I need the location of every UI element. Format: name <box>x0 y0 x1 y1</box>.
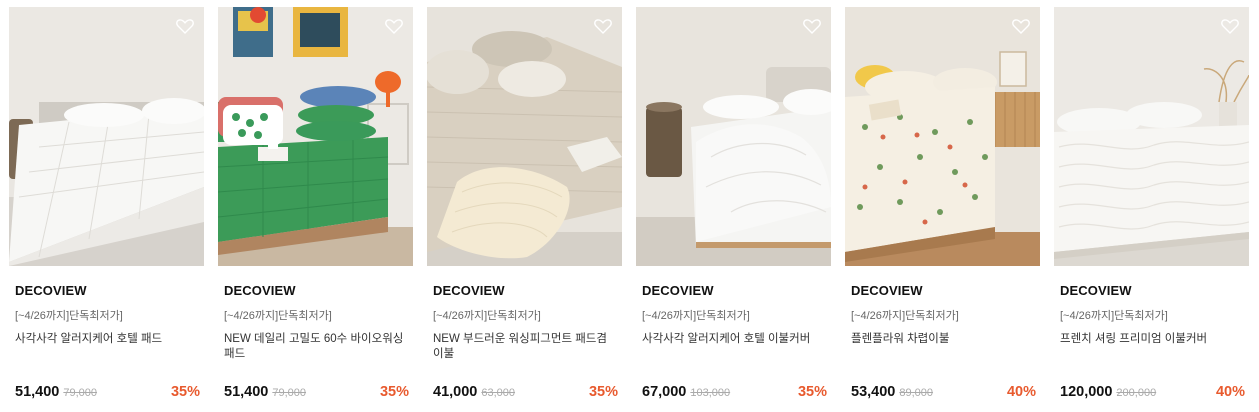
price-row: 41,000 63,000 35% <box>433 384 618 404</box>
product-image[interactable] <box>1054 7 1249 266</box>
sale-price: 51,400 79,000 <box>15 384 97 400</box>
promo-tag: [~4/26까지]단독최저가] <box>642 310 750 322</box>
sale-price-value: 41,000 <box>433 384 478 400</box>
original-price: 103,000 <box>690 387 731 399</box>
promo-tag: [~4/26까지]단독최저가] <box>851 310 959 322</box>
sale-price-value: 51,400 <box>224 384 269 400</box>
product-card[interactable]: DECOVIEW [~4/26까지]단독최저가] NEW 부드러운 워싱피그먼트… <box>427 7 622 407</box>
product-card[interactable]: DECOVIEW [~4/26까지]단독최저가] 사각사각 알러지케어 호텔 이… <box>636 7 831 407</box>
brand-name: DECOVIEW <box>224 283 296 298</box>
product-image[interactable] <box>845 7 1040 266</box>
wishlist-heart-icon[interactable] <box>802 16 822 36</box>
price-row: 51,400 79,000 35% <box>15 384 200 404</box>
discount-rate: 35% <box>379 384 409 400</box>
price-row: 53,400 89,000 40% <box>851 384 1036 404</box>
original-price: 89,000 <box>899 387 934 399</box>
discount-rate: 40% <box>1215 384 1245 400</box>
sale-price: 41,000 63,000 <box>433 384 515 400</box>
product-card[interactable]: DECOVIEW [~4/26까지]단독최저가] 플렌플라워 차렵이불 53,4… <box>845 7 1040 407</box>
product-image[interactable] <box>427 7 622 266</box>
product-image[interactable] <box>218 7 413 266</box>
original-price: 63,000 <box>481 387 516 399</box>
sale-price: 51,400 79,000 <box>224 384 306 400</box>
original-price: 79,000 <box>63 387 98 399</box>
original-price: 200,000 <box>1116 387 1157 399</box>
original-price: 79,000 <box>272 387 307 399</box>
discount-rate: 35% <box>588 384 618 400</box>
discount-rate: 35% <box>170 384 200 400</box>
promo-tag: [~4/26까지]단독최저가] <box>15 310 123 322</box>
wishlist-heart-icon[interactable] <box>384 16 404 36</box>
price-row: 67,000 103,000 35% <box>642 384 827 404</box>
product-name[interactable]: NEW 부드러운 워싱피그먼트 패드겸 이불 <box>433 332 617 362</box>
brand-name: DECOVIEW <box>433 283 505 298</box>
sale-price: 120,000 200,000 <box>1060 384 1156 400</box>
wishlist-heart-icon[interactable] <box>1011 16 1031 36</box>
promo-tag: [~4/26까지]단독최저가] <box>1060 310 1168 322</box>
product-name[interactable]: 사각사각 알러지케어 호텔 패드 <box>15 332 199 347</box>
product-name[interactable]: 프렌치 셔링 프리미엄 이불커버 <box>1060 332 1244 347</box>
product-image[interactable] <box>9 7 204 266</box>
product-name[interactable]: 사각사각 알러지케어 호텔 이불커버 <box>642 332 826 347</box>
wishlist-heart-icon[interactable] <box>593 16 613 36</box>
sale-price-value: 53,400 <box>851 384 896 400</box>
wishlist-heart-icon[interactable] <box>1220 16 1240 36</box>
product-name[interactable]: NEW 데일리 고밀도 60수 바이오워싱 패드 <box>224 332 408 362</box>
product-card[interactable]: DECOVIEW [~4/26까지]단독최저가] 프렌치 셔링 프리미엄 이불커… <box>1054 7 1249 407</box>
brand-name: DECOVIEW <box>15 283 87 298</box>
product-card[interactable]: DECOVIEW [~4/26까지]단독최저가] NEW 데일리 고밀도 60수… <box>218 7 413 407</box>
sale-price: 53,400 89,000 <box>851 384 933 400</box>
brand-name: DECOVIEW <box>642 283 714 298</box>
product-grid: DECOVIEW [~4/26까지]단독최저가] 사각사각 알러지케어 호텔 패… <box>9 7 1249 407</box>
product-name[interactable]: 플렌플라워 차렵이불 <box>851 332 1035 347</box>
brand-name: DECOVIEW <box>1060 283 1132 298</box>
promo-tag: [~4/26까지]단독최저가] <box>433 310 541 322</box>
product-image[interactable] <box>636 7 831 266</box>
product-card[interactable]: DECOVIEW [~4/26까지]단독최저가] 사각사각 알러지케어 호텔 패… <box>9 7 204 407</box>
sale-price: 67,000 103,000 <box>642 384 730 400</box>
brand-name: DECOVIEW <box>851 283 923 298</box>
discount-rate: 35% <box>797 384 827 400</box>
price-row: 51,400 79,000 35% <box>224 384 409 404</box>
discount-rate: 40% <box>1006 384 1036 400</box>
promo-tag: [~4/26까지]단독최저가] <box>224 310 332 322</box>
price-row: 120,000 200,000 40% <box>1060 384 1245 404</box>
sale-price-value: 67,000 <box>642 384 687 400</box>
wishlist-heart-icon[interactable] <box>175 16 195 36</box>
sale-price-value: 51,400 <box>15 384 60 400</box>
sale-price-value: 120,000 <box>1060 384 1113 400</box>
